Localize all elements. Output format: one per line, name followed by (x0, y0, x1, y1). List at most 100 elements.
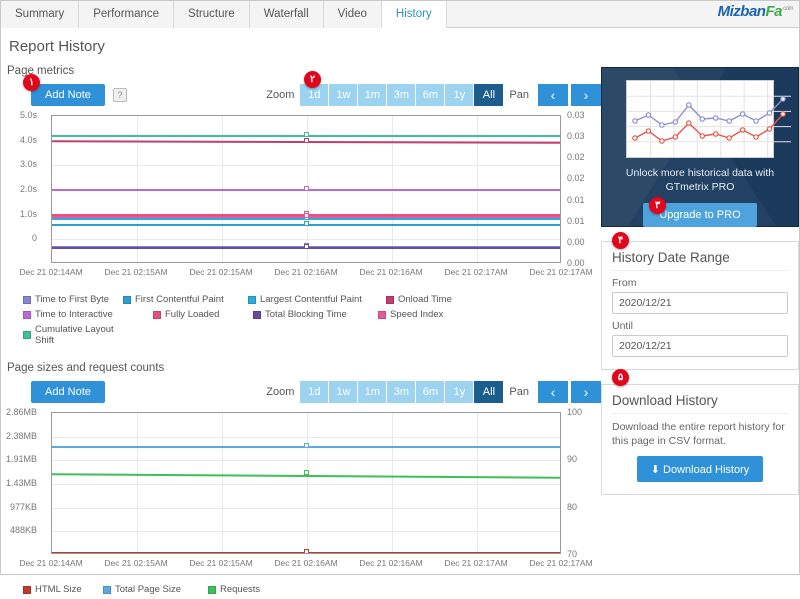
main-tab-bar: Summary Performance Structure Waterfall Vide… (1, 1, 799, 28)
legend-item[interactable]: Time to First Byte (23, 294, 123, 305)
legend-label: Speed Index (390, 309, 444, 320)
data-point-marker[interactable] (304, 443, 309, 448)
zoom-1w-button-metrics[interactable]: 1w (329, 84, 359, 106)
zoom-1y-button-metrics[interactable]: 1y (445, 84, 475, 106)
y-tick-right: 0.02 (567, 173, 585, 184)
gridline-v (392, 413, 393, 553)
add-note-button-metrics[interactable]: Add Note (31, 84, 105, 106)
y-tick-right: 0.03 (567, 110, 585, 120)
legend-item[interactable]: Fully Loaded (153, 309, 253, 320)
legend-label: First Contentful Paint (135, 294, 224, 305)
legend-item[interactable]: Total Blocking Time (253, 309, 378, 320)
pro-promo-panel: Unlock more historical data with GTmetri… (601, 67, 799, 227)
legend-item[interactable]: Cumulative Layout Shift (23, 324, 133, 346)
legend-item[interactable]: Total Page Size (103, 584, 208, 595)
pan-next-button-sizes[interactable]: › (571, 381, 601, 403)
legend-label: Time to First Byte (35, 294, 110, 305)
legend-swatch (123, 295, 131, 304)
tab-history[interactable]: History (381, 1, 447, 28)
legend-label: Cumulative Layout Shift (35, 324, 114, 346)
logo-part-1: Mizban (717, 3, 766, 20)
zoom-6m-button-sizes[interactable]: 6m (416, 381, 446, 403)
tab-structure[interactable]: Structure (174, 1, 250, 28)
zoom-1m-button-metrics[interactable]: 1m (358, 84, 388, 106)
legend-label: HTML Size (35, 584, 82, 595)
data-point-marker[interactable] (304, 244, 309, 249)
tab-list: Summary Performance Structure Waterfall Vide… (1, 1, 799, 28)
logo-part-2: Fa (765, 3, 782, 20)
data-point-marker[interactable] (304, 138, 309, 143)
x-tick-label: Dec 21 02:14AM (19, 558, 83, 568)
zoom-All-button-sizes[interactable]: All (474, 381, 504, 403)
tab-performance[interactable]: Performance (79, 1, 175, 28)
promo-text: Unlock more historical data with GTmetri… (625, 167, 775, 193)
data-point-marker[interactable] (304, 470, 309, 475)
data-point-marker[interactable] (304, 549, 309, 553)
legend-label: Requests (220, 584, 261, 595)
zoom-1y-button-sizes[interactable]: 1y (445, 381, 475, 403)
legend-swatch (23, 585, 31, 594)
zoom-1m-button-sizes[interactable]: 1m (358, 381, 388, 403)
legend-label: Total Page Size (115, 584, 182, 595)
legend-swatch (153, 310, 161, 319)
help-icon-metrics[interactable]: ? (112, 88, 127, 102)
charts-column: Page metrics Add Note ? Zoom 1d 1w 1m 3m 6m 1… (1, 61, 601, 599)
y-tick-left: 2.38MB (5, 430, 37, 441)
x-tick-label: Dec 21 02:17AM (529, 267, 593, 277)
data-point-marker[interactable] (304, 213, 309, 218)
y-tick-right: 0.02 (567, 152, 585, 163)
pan-prev-button-metrics[interactable]: ‹ (538, 84, 568, 106)
zoom-6m-button-metrics[interactable]: 6m (416, 84, 446, 106)
legend-item[interactable]: Onload Time (386, 294, 496, 305)
plot-area-chart2[interactable] (51, 412, 561, 554)
pan-label-sizes: Pan (509, 386, 529, 398)
y-tick-right: 90 (567, 454, 578, 465)
until-date-input[interactable] (612, 335, 788, 357)
x-tick-label: Dec 21 02:16AM (274, 267, 338, 277)
tab-video[interactable]: Video (323, 1, 382, 28)
content-area: Page metrics Add Note ? Zoom 1d 1w 1m 3m 6m 1… (1, 61, 799, 599)
x-tick-label: Dec 21 02:17AM (444, 267, 508, 277)
x-tick-label: Dec 21 02:17AM (529, 558, 593, 568)
zoom-1d-button-sizes[interactable]: 1d (300, 381, 330, 403)
data-point-marker[interactable] (304, 221, 309, 226)
legend-item[interactable]: Time to Interactive (23, 309, 153, 320)
x-tick-label: Dec 21 02:14AM (19, 267, 83, 277)
zoom-1w-button-sizes[interactable]: 1w (329, 381, 359, 403)
legend-item[interactable]: First Contentful Paint (123, 294, 248, 305)
legend-item[interactable]: Requests (208, 584, 338, 595)
left-y-axis-chart1: 5.0s 4.0s 3.0s 2.0s 1.0s 0 (7, 110, 41, 263)
sidebar-column: Unlock more historical data with GTmetri… (601, 61, 799, 599)
data-point-marker[interactable] (304, 132, 309, 137)
zoom-3m-button-sizes[interactable]: 3m (387, 381, 417, 403)
x-tick-label: Dec 21 02:15AM (104, 558, 168, 568)
legend-item[interactable]: HTML Size (23, 584, 103, 595)
download-history-description: Download the entire report history for t… (612, 421, 785, 447)
download-history-button[interactable]: ⬇ Download History (636, 456, 764, 482)
legend-swatch (248, 295, 256, 304)
add-note-button-sizes[interactable]: Add Note (31, 381, 105, 403)
right-y-axis-chart2: 100 90 80 70 (561, 407, 595, 559)
from-date-input[interactable] (612, 292, 788, 314)
legend-item[interactable]: Largest Contentful Paint (248, 294, 386, 305)
x-tick-label: Dec 21 02:16AM (359, 267, 423, 277)
pan-prev-button-sizes[interactable]: ‹ (538, 381, 568, 403)
page-sizes-heading: Page sizes and request counts (7, 362, 165, 374)
y-tick-right: 0.01 (567, 194, 585, 205)
legend-swatch (23, 331, 31, 339)
tab-summary[interactable]: Summary (1, 1, 80, 28)
plot-area-chart1[interactable] (51, 115, 561, 263)
tab-waterfall[interactable]: Waterfall (249, 1, 324, 28)
zoom-3m-button-metrics[interactable]: 3m (387, 84, 417, 106)
x-tick-label: Dec 21 02:16AM (359, 558, 423, 568)
y-tick-left: 4.0s (19, 134, 37, 145)
zoom-All-button-metrics[interactable]: All (474, 84, 504, 106)
legend-swatch (208, 585, 216, 594)
data-point-marker[interactable] (304, 186, 309, 191)
pan-next-button-metrics[interactable]: › (571, 84, 601, 106)
legend-swatch (253, 310, 261, 319)
page-metrics-legend: Time to First Byte First Contentful Paint… (23, 294, 593, 350)
y-tick-left: 1.0s (19, 208, 37, 219)
legend-item[interactable]: Speed Index (378, 309, 516, 320)
gridline-h (52, 508, 560, 509)
